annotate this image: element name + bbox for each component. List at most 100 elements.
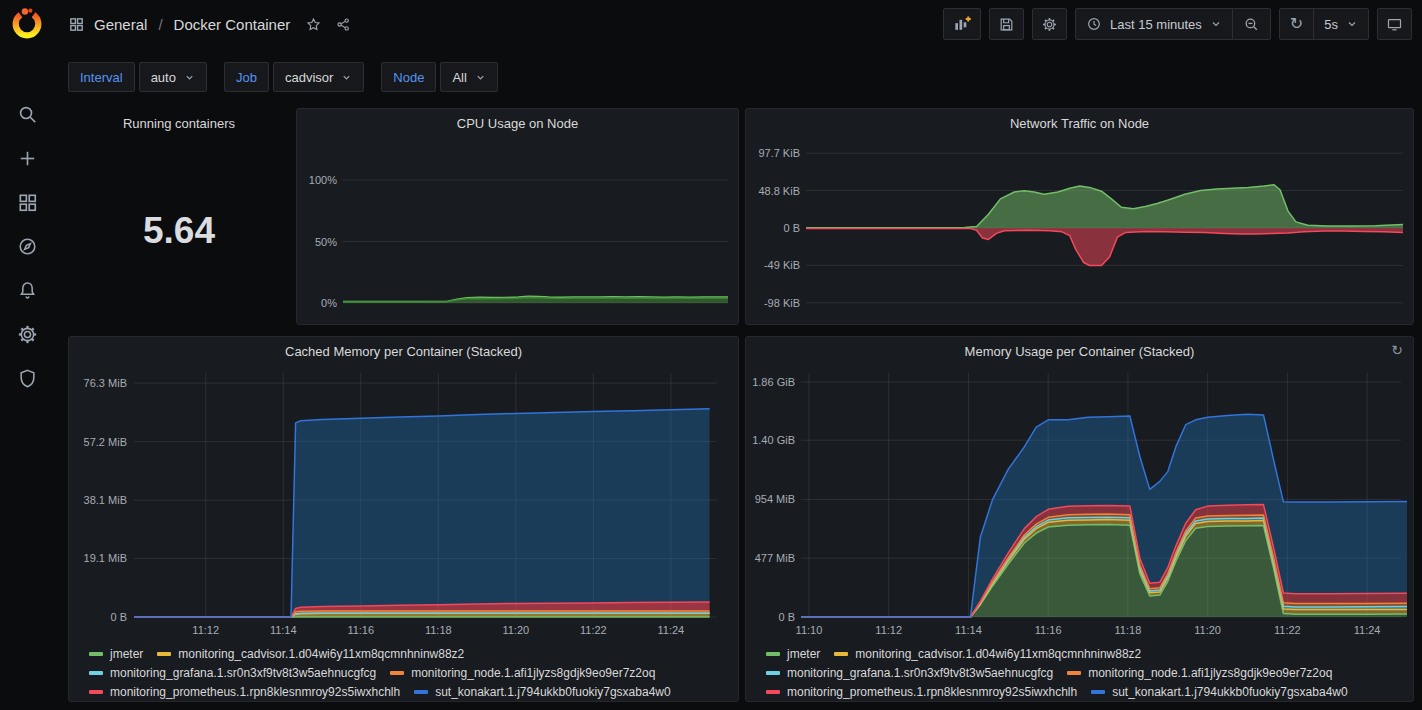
legend-label: sut_konakart.1.j794ukkb0fuokiy7gsxaba4w0 [435, 684, 671, 700]
svg-text:0 B: 0 B [110, 611, 127, 623]
legend-label: jmeter [787, 646, 820, 662]
explore-icon[interactable] [16, 235, 39, 258]
legend-item[interactable]: sut_konakart.1.j794ukkb0fuokiy7gsxaba4w0 [1091, 684, 1348, 700]
cycle-view-mode-button[interactable] [1377, 8, 1412, 40]
svg-text:48.8 KiB: 48.8 KiB [758, 185, 800, 197]
panel-title[interactable]: Cached Memory per Container (Stacked) [69, 337, 738, 365]
svg-text:57.2 MiB: 57.2 MiB [84, 436, 127, 448]
dashboard-settings-button[interactable] [1032, 8, 1067, 40]
panel-cached-memory: Cached Memory per Container (Stacked) 0 … [68, 336, 739, 702]
legend-swatch [89, 690, 103, 694]
legend-swatch [390, 671, 404, 675]
legend-label: monitoring_node.1.afi1jlyzs8gdjk9eo9er7z… [411, 665, 655, 681]
dashboards-icon[interactable] [16, 191, 39, 214]
share-icon[interactable] [335, 16, 352, 33]
legend-swatch [414, 690, 428, 694]
chart-legend: jmeter monitoring_cadvisor.1.d04wi6y11xm8… [766, 646, 1407, 700]
breadcrumb-separator: / [156, 16, 164, 33]
panel-title[interactable]: Memory Usage per Container (Stacked) [746, 337, 1413, 365]
svg-text:0 B: 0 B [778, 611, 795, 623]
legend-label: monitoring_grafana.1.sr0n3xf9tv8t3w5aehn… [110, 665, 376, 681]
panel-title[interactable]: Running containers [69, 109, 289, 137]
svg-text:11:22: 11:22 [1274, 624, 1301, 636]
save-dashboard-button[interactable] [989, 8, 1024, 40]
alerting-icon[interactable] [16, 279, 39, 302]
refresh-interval-picker[interactable]: 5s [1313, 9, 1368, 39]
breadcrumb-page[interactable]: Docker Container [174, 16, 291, 33]
legend-item[interactable]: monitoring_node.1.afi1jlyzs8gdjk9eo9er7z… [390, 665, 655, 681]
variable-interval: Interval auto [68, 62, 207, 92]
legend-item[interactable]: monitoring_cadvisor.1.d04wi6y11xm8qcmnhn… [157, 646, 464, 662]
chevron-down-icon [341, 72, 352, 83]
legend-label: monitoring_cadvisor.1.d04wi6y11xm8qcmnhn… [855, 646, 1141, 662]
legend-item[interactable]: monitoring_grafana.1.sr0n3xf9tv8t3w5aehn… [766, 665, 1053, 681]
panel-title[interactable]: Network Traffic on Node [746, 109, 1413, 137]
legend-swatch [89, 671, 103, 675]
legend-item[interactable]: sut_konakart.1.j794ukkb0fuokiy7gsxaba4w0 [414, 684, 671, 700]
svg-text:0%: 0% [321, 297, 337, 309]
legend-item[interactable]: monitoring_node.1.afi1jlyzs8gdjk9eo9er7z… [1067, 665, 1332, 681]
star-icon[interactable] [305, 16, 322, 33]
cpu-usage-chart[interactable]: 0% 50% 100% [297, 109, 738, 324]
variable-interval-value[interactable]: auto [139, 62, 207, 92]
breadcrumb-section[interactable]: General [94, 16, 147, 33]
legend-item[interactable]: monitoring_cadvisor.1.d04wi6y11xm8qcmnhn… [834, 646, 1141, 662]
add-panel-button[interactable] [943, 8, 981, 40]
legend-swatch [834, 652, 848, 656]
variable-node-value[interactable]: All [440, 62, 497, 92]
legend-item[interactable]: monitoring_prometheus.1.rpn8klesnmroy92s… [766, 684, 1077, 700]
svg-text:1.40 GiB: 1.40 GiB [752, 434, 795, 446]
legend-swatch [1091, 690, 1105, 694]
svg-text:11:18: 11:18 [1115, 624, 1142, 636]
panel-title[interactable]: CPU Usage on Node [297, 109, 738, 137]
server-admin-icon[interactable] [16, 367, 39, 390]
panel-cpu-usage: CPU Usage on Node 0% 50% 100% [296, 108, 739, 325]
svg-text:11:20: 11:20 [502, 624, 529, 636]
svg-text:11:14: 11:14 [955, 624, 982, 636]
panel-running-containers: Running containers 5.64 [68, 108, 290, 325]
variable-node: Node All [381, 62, 498, 92]
panel-memory-usage: Memory Usage per Container (Stacked) ↻ 0… [745, 336, 1414, 702]
dashboard-grid-icon [68, 16, 85, 33]
svg-text:11:16: 11:16 [347, 624, 374, 636]
create-icon[interactable] [16, 147, 39, 170]
legend-swatch [766, 652, 780, 656]
legend-item[interactable]: jmeter [766, 646, 820, 662]
svg-text:11:24: 11:24 [1354, 624, 1381, 636]
monitor-icon [1386, 16, 1403, 33]
save-icon [998, 16, 1015, 33]
search-icon[interactable] [16, 103, 39, 126]
svg-text:477 MiB: 477 MiB [755, 552, 795, 564]
chevron-down-icon [184, 72, 195, 83]
legend-label: monitoring_cadvisor.1.d04wi6y11xm8qcmnhn… [178, 646, 464, 662]
svg-text:100%: 100% [309, 174, 337, 186]
refresh-button[interactable]: ↻ [1280, 9, 1313, 39]
svg-text:38.1 MiB: 38.1 MiB [84, 494, 127, 506]
legend-item[interactable]: jmeter [89, 646, 143, 662]
zoom-out-button[interactable] [1232, 9, 1270, 39]
panel-refresh-icon[interactable]: ↻ [1391, 342, 1403, 358]
variable-job-value[interactable]: cadvisor [273, 62, 364, 92]
svg-text:11:16: 11:16 [1035, 624, 1062, 636]
chart-legend: jmeter monitoring_cadvisor.1.d04wi6y11xm8… [89, 646, 732, 700]
svg-text:97.7 KiB: 97.7 KiB [758, 147, 800, 159]
legend-item[interactable]: monitoring_grafana.1.sr0n3xf9tv8t3w5aehn… [89, 665, 376, 681]
svg-text:11:22: 11:22 [580, 624, 607, 636]
grafana-logo[interactable] [10, 6, 44, 40]
refresh-controls: ↻ 5s [1279, 8, 1369, 40]
legend-item[interactable]: monitoring_prometheus.1.rpn8klesnmroy92s… [89, 684, 400, 700]
svg-text:11:20: 11:20 [1194, 624, 1221, 636]
svg-text:11:24: 11:24 [658, 624, 685, 636]
chevron-down-icon [1210, 18, 1222, 30]
time-range-picker[interactable]: Last 15 minutes [1076, 9, 1232, 39]
svg-text:50%: 50% [315, 236, 337, 248]
svg-text:11:12: 11:12 [192, 624, 219, 636]
chevron-down-icon [1346, 18, 1358, 30]
variable-job: Job cadvisor [224, 62, 364, 92]
configuration-icon[interactable] [16, 323, 39, 346]
network-traffic-chart[interactable]: -98 KiB-49 KiB0 B48.8 KiB97.7 KiB [746, 109, 1413, 324]
clock-icon [1086, 16, 1102, 32]
svg-text:76.3 MiB: 76.3 MiB [84, 377, 127, 389]
stat-value: 5.64 [69, 137, 289, 324]
breadcrumb: General / Docker Container [68, 16, 352, 33]
